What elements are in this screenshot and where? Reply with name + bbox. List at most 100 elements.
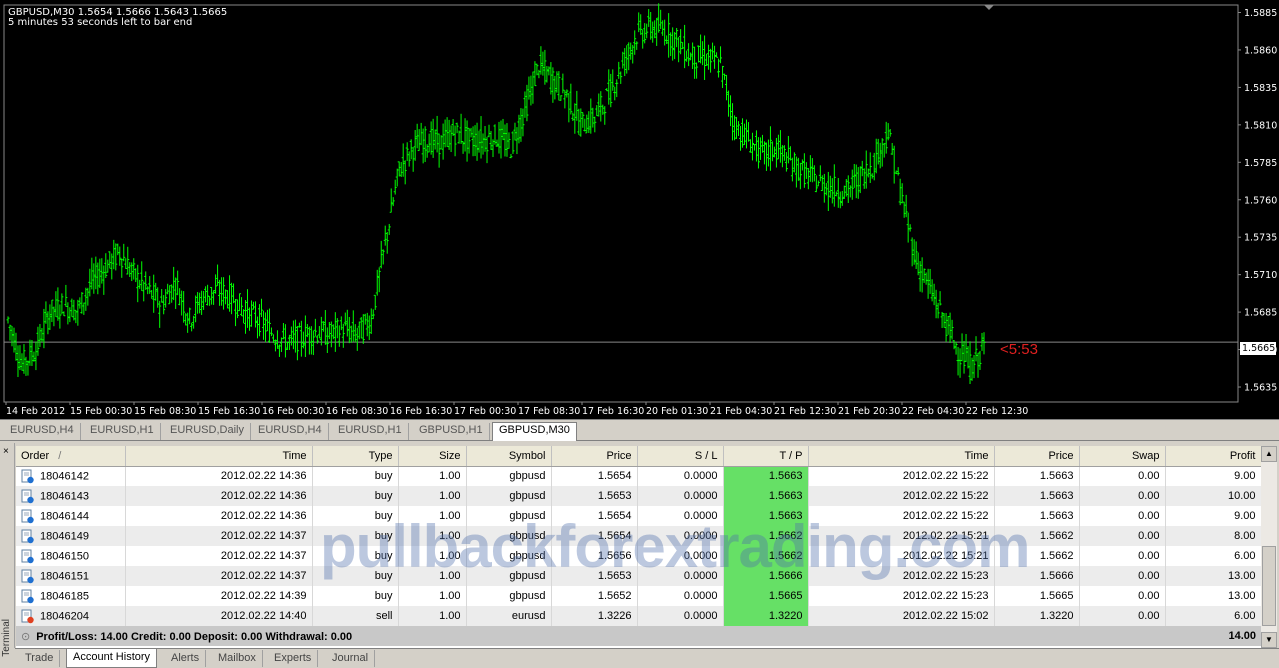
- price-bar: [399, 162, 403, 178]
- price-bar: [800, 159, 804, 171]
- price-bar: [174, 277, 178, 309]
- column-header-swap[interactable]: Swap: [1079, 446, 1166, 467]
- chart-window[interactable]: 1.5885 1.5860 1.5835 1.5810 1.5785 1.5760 1.57…: [0, 0, 1279, 420]
- chart-tab-eurusd-h1[interactable]: EURUSD,H1: [84, 423, 161, 440]
- price-bar: [491, 139, 495, 158]
- price-bar: [44, 301, 48, 324]
- cell-symbol: gbpusd: [466, 546, 552, 566]
- price-bar: [978, 350, 982, 370]
- price-bar: [850, 169, 854, 200]
- price-bar: [725, 74, 729, 101]
- price-bar: [301, 331, 305, 349]
- price-bar: [463, 118, 467, 152]
- x-tick-label: 15 Feb 00:30: [70, 406, 132, 417]
- table-row[interactable]: 18046204 2012.02.22 14:40 sell 1.00 eurusd 1.…: [16, 606, 1261, 626]
- price-bar: [70, 298, 74, 318]
- price-bar: [916, 252, 920, 276]
- price-bar: [250, 300, 254, 327]
- table-row[interactable]: 18046149 2012.02.22 14:37 buy 1.00 gbpusd 1.5…: [16, 526, 1261, 546]
- column-header-open-time[interactable]: Time: [125, 446, 313, 467]
- table-row[interactable]: 18046144 2012.02.22 14:36 buy 1.00 gbpusd 1.5…: [16, 506, 1261, 526]
- cell-close-price: 1.5662: [994, 526, 1080, 546]
- chart-tab-gbpusd-m30[interactable]: GBPUSD,M30: [492, 422, 577, 441]
- column-header-profit[interactable]: Profit: [1165, 446, 1261, 467]
- price-chart[interactable]: 1.5885 1.5860 1.5835 1.5810 1.5785 1.5760 1.57…: [0, 0, 1279, 420]
- price-bar: [333, 312, 337, 352]
- scroll-up-icon[interactable]: ▲: [1261, 446, 1277, 462]
- cell-open-time: 2012.02.22 14:37: [125, 526, 313, 546]
- price-bar: [948, 312, 952, 343]
- tab-mailbox[interactable]: Mailbox: [212, 650, 263, 667]
- price-bar: [168, 285, 172, 305]
- table-scrollbar[interactable]: ▲ ▼: [1261, 446, 1277, 648]
- price-bar: [102, 265, 106, 295]
- price-bar: [539, 46, 543, 75]
- price-bar: [40, 328, 44, 342]
- price-bar: [573, 103, 577, 134]
- order-id: 18046142: [40, 470, 89, 483]
- table-row[interactable]: 18046150 2012.02.22 14:37 buy 1.00 gbpusd 1.5…: [16, 546, 1261, 566]
- table-row[interactable]: 18046185 2012.02.22 14:39 buy 1.00 gbpusd 1.5…: [16, 586, 1261, 606]
- tab-account-history[interactable]: Account History: [66, 649, 158, 668]
- price-bar: [253, 301, 257, 328]
- price-bar: [776, 134, 780, 160]
- price-bar: [673, 31, 677, 60]
- price-bar: [721, 65, 725, 88]
- price-bar: [367, 315, 371, 341]
- cell-open-time: 2012.02.22 14:37: [125, 566, 313, 586]
- price-bar: [297, 322, 301, 328]
- tab-journal[interactable]: Journal: [326, 650, 376, 667]
- table-row[interactable]: 18046151 2012.02.22 14:37 buy 1.00 gbpusd 1.5…: [16, 566, 1261, 586]
- column-header-tp[interactable]: T / P: [723, 446, 809, 467]
- price-bar: [220, 277, 224, 306]
- price-bar: [709, 48, 713, 73]
- price-bar: [549, 62, 553, 95]
- tab-experts[interactable]: Experts: [268, 650, 319, 667]
- price-bar: [836, 178, 840, 208]
- price-bar: [182, 291, 186, 323]
- chart-tab-eurusd-h4-2[interactable]: EURUSD,H4: [252, 423, 329, 440]
- scroll-down-icon[interactable]: ▼: [1261, 632, 1277, 648]
- terminal-label: Terminal: [1, 619, 12, 657]
- cell-tp: 1.3220: [723, 606, 809, 626]
- close-icon[interactable]: ×: [3, 446, 9, 457]
- column-header-size[interactable]: Size: [398, 446, 467, 467]
- price-bar: [120, 258, 124, 278]
- cell-tp: 1.5663: [723, 506, 809, 526]
- column-header-type[interactable]: Type: [312, 446, 399, 467]
- cell-profit: 9.00: [1165, 506, 1261, 526]
- price-bar: [669, 32, 673, 57]
- column-header-price[interactable]: Price: [551, 446, 638, 467]
- table-row[interactable]: 18046143 2012.02.22 14:36 buy 1.00 gbpusd 1.5…: [16, 486, 1261, 506]
- column-header-order[interactable]: Order /: [16, 446, 126, 467]
- cell-profit: 8.00: [1165, 526, 1261, 546]
- price-bar: [705, 53, 709, 66]
- chart-tab-gbpusd-h1[interactable]: GBPUSD,H1: [413, 423, 490, 440]
- price-bar: [956, 346, 960, 376]
- cell-size: 1.00: [398, 566, 467, 586]
- chart-tab-eurusd-daily[interactable]: EURUSD,Daily: [164, 423, 251, 440]
- price-bar: [387, 223, 391, 235]
- price-bar: [393, 179, 397, 195]
- cell-close-price: 1.5663: [994, 466, 1080, 486]
- price-bar: [794, 156, 798, 188]
- price-bar: [535, 63, 539, 76]
- scrollbar-thumb[interactable]: [1262, 546, 1276, 626]
- price-bar: [421, 128, 425, 164]
- tab-trade[interactable]: Trade: [19, 650, 61, 667]
- tab-alerts[interactable]: Alerts: [165, 650, 207, 667]
- price-bar: [950, 319, 954, 340]
- table-header-row: Order / Time Type Size Symbol Price S / …: [16, 446, 1261, 467]
- price-bar: [10, 326, 14, 347]
- x-tick-label: 16 Feb 08:30: [326, 406, 388, 417]
- chart-tab-eurusd-h4[interactable]: EURUSD,H4: [4, 423, 81, 440]
- column-header-close-time[interactable]: Time: [808, 446, 995, 467]
- table-row[interactable]: 18046142 2012.02.22 14:36 buy 1.00 gbpusd 1.5…: [16, 466, 1261, 486]
- column-header-close-price[interactable]: Price: [994, 446, 1080, 467]
- price-bar: [924, 272, 928, 285]
- column-header-symbol[interactable]: Symbol: [466, 446, 552, 467]
- column-header-sl[interactable]: S / L: [637, 446, 724, 467]
- chart-tab-eurusd-h1-2[interactable]: EURUSD,H1: [332, 423, 409, 440]
- price-bar: [555, 71, 559, 93]
- price-bar: [633, 30, 637, 55]
